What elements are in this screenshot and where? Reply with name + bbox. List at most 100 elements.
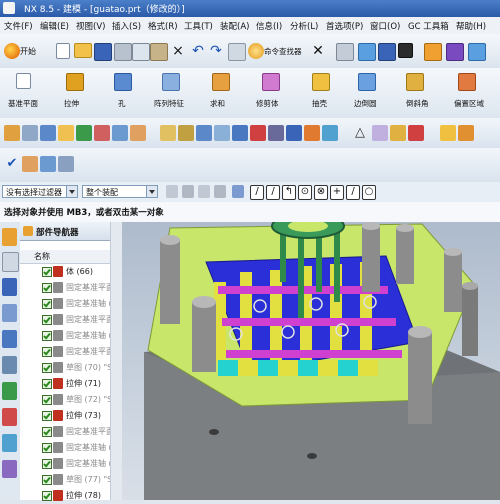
check-icon[interactable]: ✔ [4,156,20,172]
command-finder-button[interactable]: 命令查找器 [264,46,302,57]
layer-icon[interactable] [468,43,486,61]
snap-icon[interactable] [424,43,442,61]
visibility-checkbox[interactable] [42,459,52,469]
feature-tool-14-icon[interactable] [250,125,266,141]
feature-tool-2-icon[interactable] [22,125,38,141]
list-item[interactable]: 草图 (72) "SKE [20,392,123,408]
extrude-button[interactable]: 拉伸 [64,98,79,109]
feature-tool-12-icon[interactable] [214,125,230,141]
list-item[interactable]: 固定基准平面 [20,312,122,328]
navigator-pin-icon[interactable] [23,226,33,236]
hole-button[interactable]: 孔 [118,98,126,109]
snap-midpoint-icon[interactable]: / [266,185,280,200]
close-icon[interactable]: ✕ [310,43,326,59]
visibility-checkbox[interactable] [42,475,52,485]
visibility-checkbox[interactable] [42,299,52,309]
menu-analysis[interactable]: 分析(L) [290,20,318,32]
list-item[interactable]: 拉伸 (71) [20,376,122,392]
feature-tool-11-icon[interactable] [196,125,212,141]
chamfer-button[interactable]: 倒斜角 [406,98,429,109]
snap-point-on-curve-icon[interactable]: / [346,185,360,200]
sketch-tool-2-icon[interactable] [40,156,56,172]
menu-format[interactable]: 格式(R) [148,20,178,32]
visibility-checkbox[interactable] [42,331,52,341]
feature-tool-19-icon[interactable] [372,125,388,141]
assembly-scope-select[interactable]: 整个装配 [82,185,158,198]
offset-region-icon[interactable] [458,73,476,91]
visibility-checkbox[interactable] [42,427,52,437]
paste-icon[interactable] [150,43,168,61]
feature-tool-7-icon[interactable] [112,125,128,141]
select-mode-icon[interactable] [336,43,354,61]
history-icon[interactable] [2,382,17,400]
datum-plane-button[interactable]: 基准平面 [8,98,38,109]
pattern-feature-icon[interactable] [162,73,180,91]
snap-tool-1-icon[interactable] [166,185,178,198]
type-filter-select[interactable]: 没有选择过滤器 [2,185,78,198]
datum-plane-icon[interactable] [16,73,31,89]
feature-tool-21-icon[interactable] [408,125,424,141]
start-button[interactable]: 开始 [20,46,36,57]
render-style-icon[interactable] [446,43,464,61]
list-item[interactable]: 固定基准轴 (7 [20,440,122,456]
menu-view[interactable]: 视图(V) [76,20,105,32]
offset-region-button[interactable]: 偏置区域 [454,98,484,109]
snap-endpoint-icon[interactable]: / [250,185,264,200]
redo-icon[interactable]: ↷ [208,43,224,59]
feature-tool-5-icon[interactable] [76,125,92,141]
system-materials-icon[interactable] [2,408,17,426]
start-icon[interactable] [4,43,20,59]
command-finder-icon[interactable] [248,43,264,59]
feature-tool-23-icon[interactable] [458,125,474,141]
delete-icon[interactable]: × [170,43,186,59]
menu-assemblies[interactable]: 装配(A) [220,20,249,32]
unite-icon[interactable] [212,73,230,91]
view-orient-icon[interactable] [378,43,396,61]
menu-edit[interactable]: 编辑(E) [40,20,69,32]
list-item[interactable]: 固定基准轴 (6 [20,328,122,344]
sketch-tool-3-icon[interactable] [58,156,74,172]
feature-tool-15-icon[interactable] [268,125,284,141]
web-browser-icon[interactable] [2,356,17,374]
repeat-command-icon[interactable] [228,43,246,61]
visibility-checkbox[interactable] [42,379,52,389]
visibility-checkbox[interactable] [42,411,52,421]
feature-tool-22-icon[interactable] [440,125,456,141]
navigator-scrollbar[interactable] [110,222,122,500]
process-studio-icon[interactable] [2,434,17,452]
hd3d-tools-icon[interactable] [2,330,17,348]
menu-help[interactable]: 帮助(H) [456,20,486,32]
feature-tool-4-icon[interactable] [58,125,74,141]
snap-tool-4-icon[interactable] [214,185,226,198]
visibility-checkbox[interactable] [42,315,52,325]
list-item[interactable]: 草图 (77) "SKE [20,472,123,488]
visibility-checkbox[interactable] [42,443,52,453]
list-item[interactable]: 体 (66) [20,264,122,280]
snap-tool-3-icon[interactable] [198,185,210,198]
copy-icon[interactable] [132,43,150,61]
menu-preferences[interactable]: 首选项(P) [326,20,363,32]
visibility-checkbox[interactable] [42,283,52,293]
feature-tool-3-icon[interactable] [40,125,56,141]
shell-button[interactable]: 抽壳 [312,98,327,109]
unite-button[interactable]: 求和 [210,98,225,109]
measure-icon[interactable]: △ [352,125,368,141]
feature-tool-8-icon[interactable] [130,125,146,141]
feature-tool-17-icon[interactable] [304,125,320,141]
open-folder-icon[interactable] [74,43,92,58]
feature-tool-10-icon[interactable] [178,125,194,141]
feature-tool-6-icon[interactable] [94,125,110,141]
cut-icon[interactable] [114,43,132,61]
feature-tool-20-icon[interactable] [390,125,406,141]
window-layout-icon[interactable] [358,43,376,61]
list-item[interactable]: 固定基准轴 (7 [20,456,122,472]
snap-existing-point-icon[interactable]: + [330,185,344,200]
list-item[interactable]: 拉伸 (78) [20,488,122,504]
list-item[interactable]: 草图 (70) "SKE [20,360,123,376]
feature-tool-9-icon[interactable] [160,125,176,141]
reuse-library-icon[interactable] [2,304,17,322]
list-item[interactable]: 固定基准平面 [20,424,122,440]
name-column-header[interactable]: 名称 [20,250,122,264]
chamfer-icon[interactable] [406,73,424,91]
menu-information[interactable]: 信息(I) [256,20,282,32]
